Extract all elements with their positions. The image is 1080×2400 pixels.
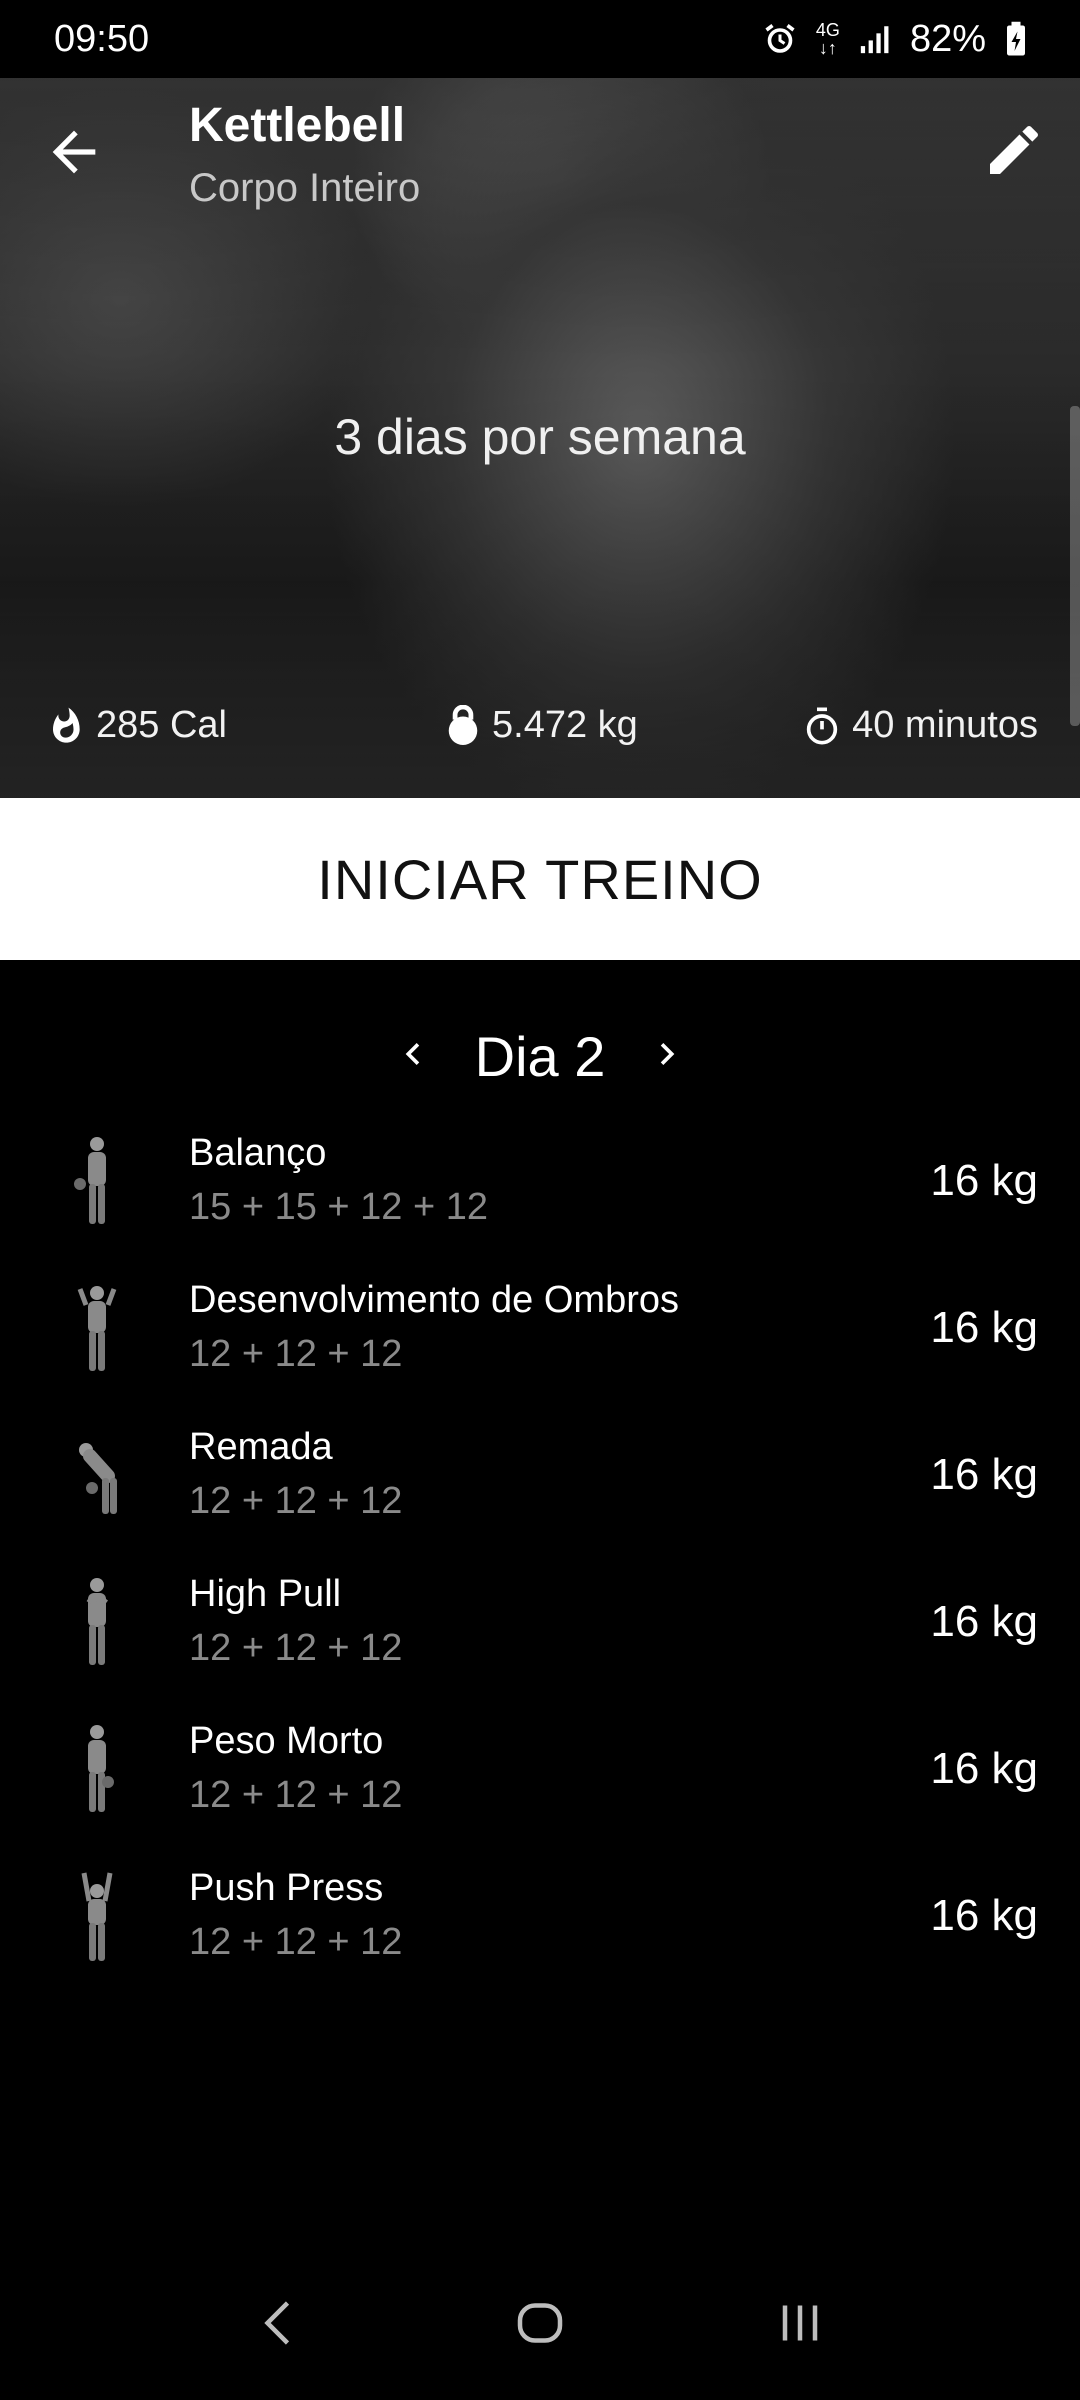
workout-title: Kettlebell bbox=[189, 99, 406, 152]
exercise-figure-icon bbox=[86, 1578, 108, 1665]
start-workout-button[interactable]: INICIAR TREINO bbox=[0, 798, 1080, 960]
stat-duration: 40 minutos bbox=[802, 704, 1038, 747]
exercise-weight: 16 kg bbox=[930, 1597, 1038, 1646]
duration-value: 40 minutos bbox=[852, 704, 1038, 746]
previous-day-button[interactable] bbox=[391, 1032, 435, 1081]
exercise-sets: 12 + 12 + 12 bbox=[189, 1774, 403, 1816]
exercise-figure-icon bbox=[77, 1286, 117, 1371]
exercise-weight: 16 kg bbox=[930, 1891, 1038, 1940]
exercise-sets: 12 + 12 + 12 bbox=[189, 1480, 403, 1522]
exercise-name: Balanço bbox=[189, 1132, 327, 1174]
exercise-weight: 16 kg bbox=[930, 1156, 1038, 1205]
exercise-figure-icon bbox=[81, 1872, 113, 1961]
exercise-item[interactable]: Peso Morto 12 + 12 + 12 16 kg bbox=[0, 1698, 1080, 1845]
status-icons: 4G ↓↑ 82% bbox=[762, 18, 1028, 61]
exercise-item[interactable]: Balanço 15 + 15 + 12 + 12 16 kg bbox=[0, 1110, 1080, 1257]
flame-icon bbox=[53, 707, 80, 743]
exercise-name: High Pull bbox=[189, 1573, 342, 1615]
exercise-sets: 12 + 12 + 12 bbox=[189, 1333, 403, 1375]
scroll-indicator bbox=[1070, 406, 1080, 726]
exercise-item[interactable]: Remada 12 + 12 + 12 16 kg bbox=[0, 1404, 1080, 1551]
weight-value: 5.472 kg bbox=[492, 704, 638, 746]
nav-home-button[interactable] bbox=[510, 2293, 570, 2358]
exercise-name: Remada bbox=[189, 1426, 333, 1468]
exercise-sets: 12 + 12 + 12 bbox=[189, 1921, 403, 1963]
exercise-weight: 16 kg bbox=[930, 1744, 1038, 1793]
exercise-item[interactable]: Push Press 12 + 12 + 12 16 kg bbox=[0, 1845, 1080, 1992]
battery-label: 82% bbox=[909, 17, 986, 60]
exercise-item[interactable]: Desenvolvimento de Ombros 12 + 12 + 12 1… bbox=[0, 1257, 1080, 1404]
exercise-figure-icon bbox=[74, 1137, 106, 1224]
kettlebell-icon bbox=[448, 704, 478, 745]
status-bar: 09:50 4G ↓↑ 82% bbox=[0, 0, 1080, 78]
exercise-item[interactable]: High Pull 12 + 12 + 12 16 kg bbox=[0, 1551, 1080, 1698]
exercise-sets: 12 + 12 + 12 bbox=[189, 1627, 403, 1669]
exercise-list: Balanço 15 + 15 + 12 + 12 16 kg Desenvol… bbox=[0, 1110, 1080, 1992]
chevron-left-icon bbox=[405, 1042, 419, 1065]
stopwatch-icon bbox=[806, 707, 838, 744]
next-day-button[interactable] bbox=[645, 1032, 689, 1081]
workout-subtitle: Corpo Inteiro bbox=[189, 166, 421, 210]
chevron-right-icon bbox=[661, 1042, 675, 1065]
nav-home-icon bbox=[517, 2302, 563, 2343]
workout-frequency: 3 dias por semana bbox=[334, 409, 746, 465]
exercise-name: Desenvolvimento de Ombros bbox=[189, 1279, 679, 1321]
arrow-left-icon bbox=[52, 130, 96, 174]
system-nav-bar bbox=[0, 2250, 1080, 2400]
exercise-sets: 15 + 15 + 12 + 12 bbox=[189, 1186, 488, 1228]
nav-back-button[interactable] bbox=[250, 2293, 310, 2358]
nav-recents-icon bbox=[782, 2305, 818, 2340]
stat-weight: 5.472 kg bbox=[444, 704, 638, 747]
workout-header: Kettlebell Corpo Inteiro 3 dias por sema… bbox=[0, 78, 1080, 798]
stat-calories: 285 Cal bbox=[46, 704, 227, 747]
edit-button[interactable] bbox=[982, 118, 1046, 182]
calories-value: 285 Cal bbox=[96, 704, 227, 746]
battery-charging-icon bbox=[1004, 21, 1028, 57]
nav-back-icon bbox=[264, 2300, 290, 2345]
exercise-figure-icon bbox=[79, 1443, 117, 1514]
exercise-weight: 16 kg bbox=[930, 1450, 1038, 1499]
network-4g-icon: 4G ↓↑ bbox=[815, 20, 840, 58]
exercise-name: Push Press bbox=[189, 1867, 384, 1909]
exercise-weight: 16 kg bbox=[930, 1303, 1038, 1352]
nav-recents-button[interactable] bbox=[770, 2293, 830, 2358]
exercise-figure-icon bbox=[88, 1725, 114, 1812]
signal-icon bbox=[858, 22, 892, 56]
status-time: 09:50 bbox=[54, 17, 150, 60]
exercise-name: Peso Morto bbox=[189, 1720, 384, 1762]
network-label: 4G bbox=[815, 20, 840, 40]
day-navigator: Dia 2 bbox=[0, 1020, 1080, 1092]
day-label: Dia 2 bbox=[474, 1024, 606, 1088]
back-button[interactable] bbox=[42, 120, 106, 184]
pencil-icon bbox=[990, 125, 1038, 174]
alarm-icon bbox=[762, 21, 798, 57]
